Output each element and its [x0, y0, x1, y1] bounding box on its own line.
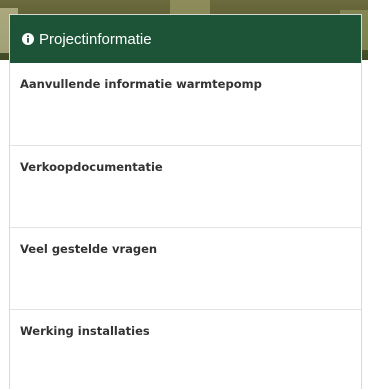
list-item-aanvullende-informatie[interactable]: Aanvullende informatie warmtepomp	[10, 63, 361, 146]
panel-header: Projectinformatie	[10, 15, 361, 63]
project-info-panel: Projectinformatie Aanvullende informatie…	[9, 14, 362, 389]
list-item-verkoopdocumentatie[interactable]: Verkoopdocumentatie	[10, 146, 361, 228]
list-item-label: Verkoopdocumentatie	[20, 160, 163, 174]
list-item-werking-installaties[interactable]: Werking installaties	[10, 310, 361, 390]
list-item-label: Veel gestelde vragen	[20, 242, 158, 256]
list-item-label: Aanvullende informatie warmtepomp	[20, 77, 262, 91]
info-circle-icon	[22, 33, 34, 45]
list-item-veel-gestelde-vragen[interactable]: Veel gestelde vragen	[10, 228, 361, 310]
panel-title: Projectinformatie	[39, 30, 152, 48]
list-item-label: Werking installaties	[20, 324, 150, 338]
